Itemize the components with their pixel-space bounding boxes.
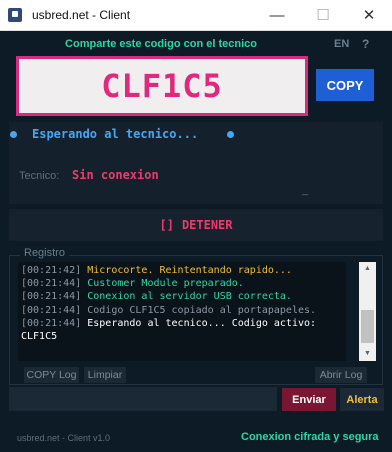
log-timestamp: [00:21:44] xyxy=(21,291,82,303)
log-line: [00:21:44] Customer Module preparado. xyxy=(21,277,343,290)
language-toggle[interactable]: EN xyxy=(334,38,349,50)
send-button[interactable]: Enviar xyxy=(282,388,336,411)
log-line: CLF1C5 xyxy=(21,330,343,343)
footer-version: usbred.net - Client v1.0 xyxy=(17,433,111,443)
stop-button[interactable]: [] DETENER xyxy=(9,209,383,241)
log-message: Customer Module preparado. xyxy=(87,278,244,290)
clear-log-button[interactable]: Limpiar xyxy=(84,367,126,383)
cursor-mark: _ xyxy=(302,184,309,196)
close-button[interactable]: ✕ xyxy=(346,0,392,31)
log-message: Microcorte. Reintentando rapido... xyxy=(87,265,292,276)
log-line: [00:21:44] Conexion al servidor USB corr… xyxy=(21,290,343,303)
scroll-up-icon[interactable]: ▲ xyxy=(359,262,376,276)
session-code-display: CLF1C5 xyxy=(16,56,308,116)
log-message: Esperando al tecnico... Codigo activo: xyxy=(87,317,317,329)
log-timestamp: [00:21:44] xyxy=(21,317,82,329)
message-input[interactable] xyxy=(9,387,277,411)
copy-code-button[interactable]: COPY xyxy=(316,69,374,101)
footer-security-status: Conexion cifrada y segura xyxy=(241,431,379,443)
waiting-status: Esperando al tecnico... xyxy=(32,127,199,141)
status-dot-icon xyxy=(227,131,234,138)
minimize-button[interactable]: — xyxy=(254,0,300,31)
maximize-button[interactable]: ☐ xyxy=(300,0,346,31)
alert-button[interactable]: Alerta xyxy=(340,388,384,411)
app-icon xyxy=(8,8,22,22)
technician-label: Tecnico: xyxy=(19,170,60,182)
window-title: usbred.net - Client xyxy=(32,8,131,22)
log-line: [00:21:42] Microcorte. Reintentando rapi… xyxy=(21,264,343,277)
scroll-thumb[interactable] xyxy=(361,310,374,343)
log-timestamp: [00:21:44] xyxy=(21,278,82,290)
log-area[interactable]: [00:21:42] Microcorte. Reintentando rapi… xyxy=(18,262,346,361)
log-timestamp: [00:21:44] xyxy=(21,304,82,316)
log-timestamp: [00:21:42] xyxy=(21,265,82,276)
log-message: Codigo CLF1C5 copiado al portapapeles. xyxy=(87,304,317,316)
help-button[interactable]: ? xyxy=(362,37,369,51)
stop-icon: [] xyxy=(159,218,174,232)
technician-status: Sin conexion xyxy=(72,168,159,182)
log-message: CLF1C5 xyxy=(21,331,58,343)
scroll-down-icon[interactable]: ▼ xyxy=(359,347,376,361)
log-title: Registro xyxy=(20,247,69,259)
share-code-instruction: Comparte este codigo con el tecnico xyxy=(65,38,257,50)
title-bar: usbred.net - Client — ☐ ✕ xyxy=(0,0,392,31)
log-line: [00:21:44] Esperando al tecnico... Codig… xyxy=(21,317,343,330)
copy-log-button[interactable]: COPY Log xyxy=(24,367,79,383)
status-dot-icon xyxy=(10,131,17,138)
log-message: Conexion al servidor USB correcta. xyxy=(87,291,292,303)
log-line: [00:21:44] Codigo CLF1C5 copiado al port… xyxy=(21,304,343,317)
open-log-button[interactable]: Abrir Log xyxy=(315,367,367,383)
stop-label: DETENER xyxy=(181,218,233,232)
